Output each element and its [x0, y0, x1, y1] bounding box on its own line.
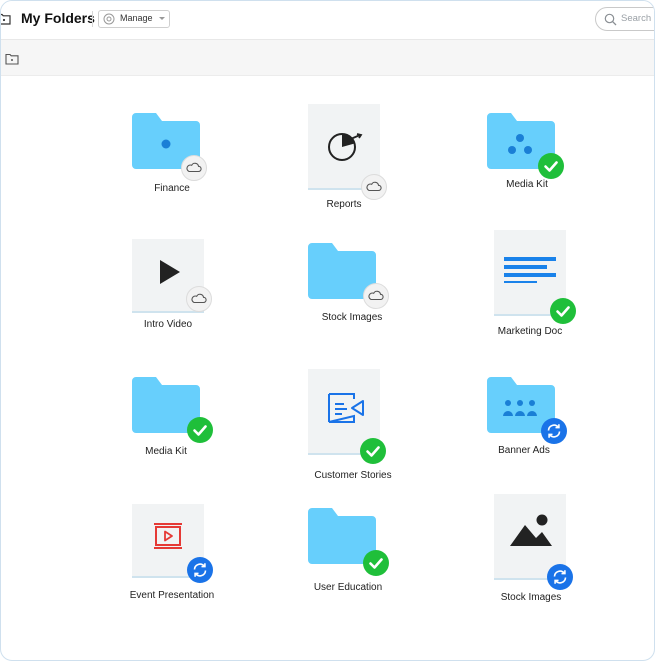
checkmark-icon: [363, 550, 389, 576]
manage-button[interactable]: Manage: [98, 10, 170, 28]
image-icon: [510, 514, 552, 546]
cloud-icon: [361, 174, 387, 200]
sync-icon: [547, 564, 573, 590]
header: My Folders Manage Search: [1, 1, 654, 40]
checkmark-icon: [187, 417, 213, 443]
item-label: Event Presentation: [129, 590, 215, 601]
item-label: Media Kit: [145, 446, 187, 457]
search-icon: [604, 13, 617, 26]
play-icon: [160, 260, 180, 284]
folder-item-media-kit[interactable]: Media Kit: [487, 113, 564, 193]
item-label: Customer Stories: [314, 470, 392, 481]
file-item-event-presentation[interactable]: Event Presentation: [130, 504, 214, 604]
file-item-marketing-doc[interactable]: Marketing Doc: [494, 230, 576, 342]
chevron-down-icon: [159, 17, 165, 20]
item-label: Intro Video: [143, 319, 193, 330]
item-label: Media Kit: [506, 179, 548, 190]
file-item-intro-video[interactable]: Intro Video: [132, 239, 212, 331]
folder-item-stock-images[interactable]: Stock Images: [308, 243, 389, 327]
breadcrumb-bar: [1, 40, 654, 76]
item-label: Banner Ads: [498, 445, 550, 456]
header-divider: [92, 11, 93, 27]
item-label: Marketing Doc: [497, 326, 563, 337]
file-item-reports[interactable]: Reports: [308, 104, 387, 214]
folder-icon: [1, 13, 11, 25]
item-label: User Education: [313, 582, 383, 593]
checkmark-icon: [550, 298, 576, 324]
folder-item-banner-ads[interactable]: Banner Ads: [487, 377, 567, 461]
presentation-icon: [328, 393, 364, 423]
cloud-icon: [186, 286, 212, 312]
file-item-customer-stories[interactable]: Customer Stories: [308, 369, 392, 485]
slideshow-icon: [154, 523, 182, 549]
folder-icon[interactable]: [5, 52, 19, 65]
item-label: Stock Images: [321, 312, 383, 323]
manage-button-label: Manage: [120, 13, 153, 23]
cloud-icon: [181, 155, 207, 181]
item-label: Finance: [154, 183, 190, 194]
cloud-icon: [363, 283, 389, 309]
checkmark-icon: [538, 153, 564, 179]
sync-icon: [541, 418, 567, 444]
page-title: My Folders: [21, 10, 95, 26]
item-label: Stock Images: [500, 592, 562, 603]
checkmark-icon: [360, 438, 386, 464]
folder-item-media-kit-2[interactable]: Media Kit: [132, 377, 213, 461]
file-item-stock-images-2[interactable]: Stock Images: [494, 494, 573, 606]
folder-item-finance[interactable]: Finance: [132, 113, 207, 194]
folder-item-user-education[interactable]: User Education: [308, 508, 389, 594]
app-window: My Folders Manage Search Finance Reports…: [0, 0, 655, 661]
pie-chart-icon: [328, 133, 363, 161]
gear-icon: [103, 13, 115, 25]
text-lines-icon: [504, 257, 556, 283]
search-input[interactable]: Search: [595, 7, 654, 31]
sync-icon: [187, 557, 213, 583]
item-label: Reports: [326, 199, 362, 210]
search-placeholder: Search: [621, 13, 652, 24]
